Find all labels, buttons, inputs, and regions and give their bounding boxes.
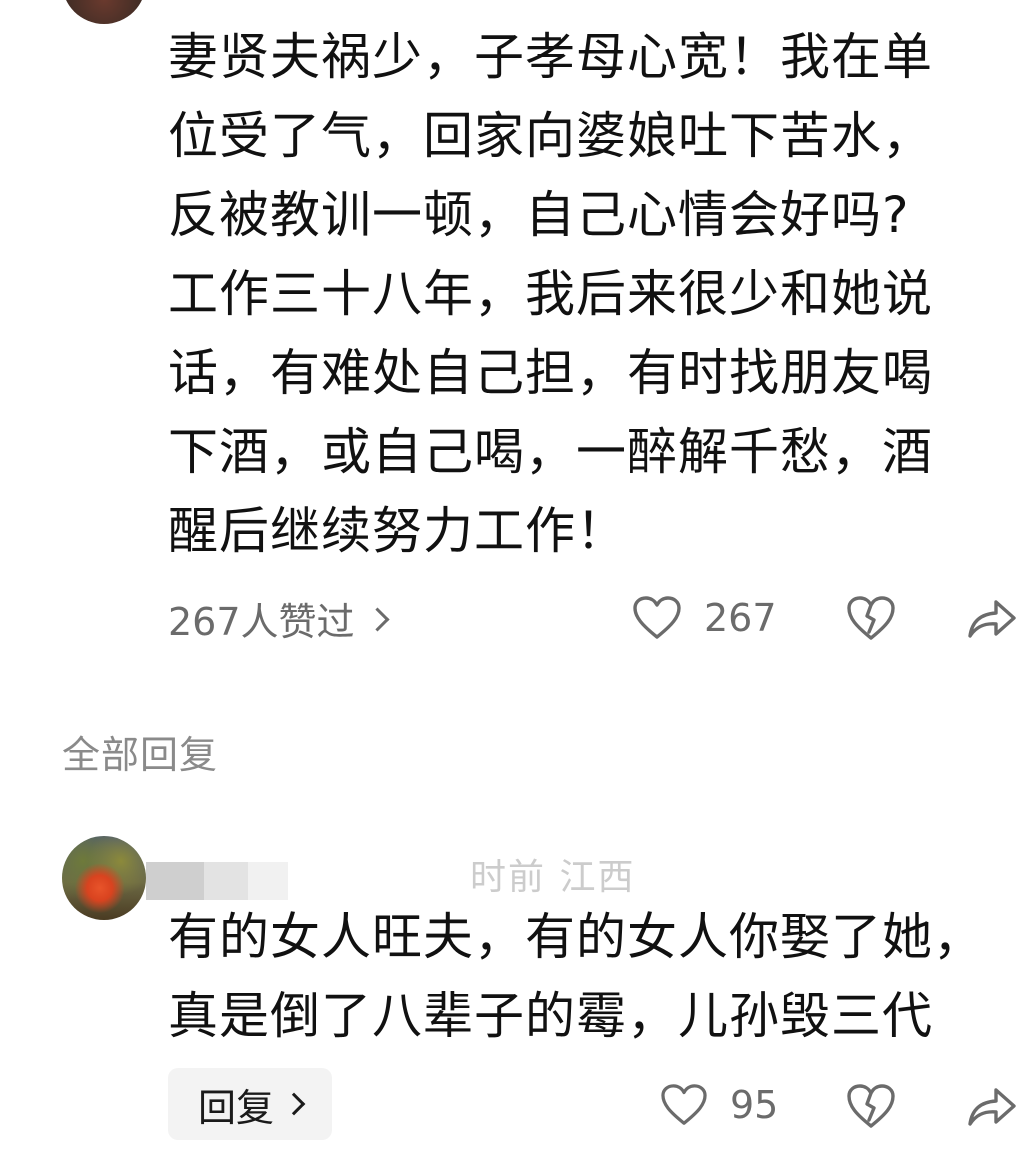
share-arrow-icon [968, 1088, 1016, 1126]
reply-button-label: 回复 [197, 1085, 274, 1130]
share-arrow-icon [968, 600, 1016, 638]
heart-outline-icon [661, 1084, 707, 1125]
reply-meta-time-location: 时前 江西 [470, 857, 636, 898]
avatar-reply-author[interactable] [62, 836, 146, 920]
reply-button[interactable]: 回复 [168, 1068, 332, 1140]
liked-by-label: 267人赞过 [168, 599, 355, 644]
main-like-count: 267 [704, 596, 777, 640]
main-like-button[interactable]: 267 [632, 590, 777, 646]
heart-outline-icon [633, 596, 681, 639]
reply-like-count: 95 [730, 1083, 779, 1127]
reply-like-button[interactable]: 95 [660, 1080, 778, 1130]
main-dislike-button[interactable] [846, 594, 896, 642]
reply-share-button[interactable] [966, 1082, 1018, 1130]
liked-by-link[interactable]: 267人赞过 [168, 590, 390, 646]
redacted-username-block [248, 862, 288, 900]
broken-heart-icon [847, 596, 895, 640]
main-share-button[interactable] [966, 594, 1018, 642]
chevron-right-icon [282, 1092, 306, 1116]
reply-dislike-button[interactable] [846, 1082, 896, 1130]
avatar-main-author[interactable] [62, 0, 146, 24]
broken-heart-icon [847, 1084, 895, 1128]
all-replies-label: 全部回复 [62, 733, 219, 777]
reply-comment-text: 有的女人旺夫，有的女人你娶了她， 真是倒了八辈子的霉，儿孙毁三代 [168, 908, 984, 1045]
redacted-username-block [204, 862, 248, 900]
main-comment-text: 妻贤夫祸少，子孝母心宽！我在单 位受了气，回家向婆娘吐下苦水， 反被教训一顿，自… [168, 28, 933, 560]
chevron-right-icon [365, 606, 390, 632]
redacted-username-block [146, 862, 204, 900]
